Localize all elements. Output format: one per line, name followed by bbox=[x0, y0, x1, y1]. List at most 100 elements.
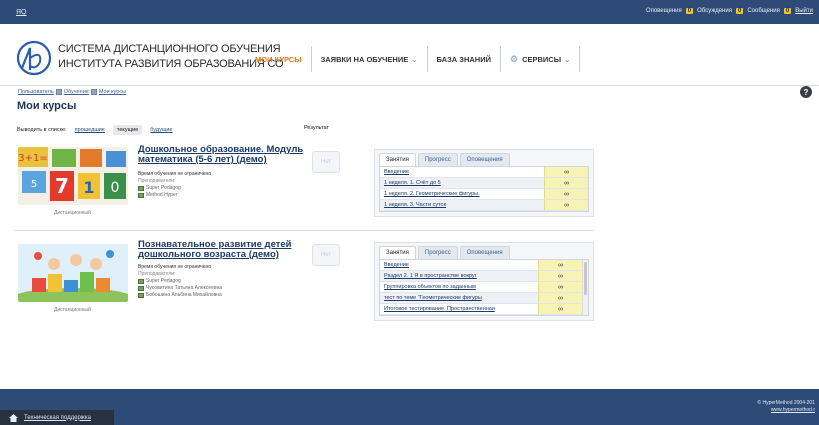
course-title[interactable]: Познавательное развитие детей дошкольног… bbox=[138, 240, 308, 260]
teacher-icon bbox=[138, 193, 144, 198]
teacher-item[interactable]: Method Hyper bbox=[138, 192, 211, 199]
breadcrumb-my-courses[interactable]: Мои курсы bbox=[99, 89, 126, 95]
list-filter: Выводить в списке: прошедшие текущие буд… bbox=[17, 125, 172, 135]
teacher-name: Method Hyper bbox=[146, 192, 178, 198]
lesson-link[interactable]: Введение bbox=[380, 169, 544, 175]
hypermethod-link[interactable]: www.hypermethod.r bbox=[771, 407, 815, 413]
support-link[interactable]: Техническая поддержка bbox=[24, 415, 91, 421]
course-result: Нет bbox=[312, 244, 340, 266]
nav-my-courses-label: МОИ КУРСЫ bbox=[255, 54, 302, 64]
lesson-attempts: ∞ bbox=[544, 167, 588, 177]
lessons-scrollbar[interactable] bbox=[582, 260, 588, 315]
course-card: Дистанционный Познавательное развитие де… bbox=[14, 240, 814, 350]
nav-my-courses[interactable]: МОИ КУРСЫ bbox=[246, 46, 312, 72]
lesson-link[interactable]: 1 неделя. 1. Счёт до 5 bbox=[380, 180, 544, 186]
teacher-item[interactable]: Бобошина Альбина Михайловна bbox=[138, 292, 222, 299]
teacher-name: Чусовитина Татьяна Алексеевна bbox=[146, 285, 223, 291]
notifications-link[interactable]: Оповещения bbox=[646, 8, 682, 14]
copyright-text: © HyperMethod 2004-201 bbox=[757, 400, 815, 406]
lesson-link[interactable]: тест по теме "Геометрические фигуры bbox=[380, 295, 538, 301]
lesson-attempts: ∞ bbox=[544, 178, 588, 188]
course-card: 3+1= 5 7 1 0 Дистанционный Дошкольное об… bbox=[14, 143, 814, 231]
tab-progress[interactable]: Прогресс bbox=[417, 246, 458, 259]
lesson-link[interactable]: 1 неделя. 3. Части суток bbox=[380, 202, 544, 208]
breadcrumb-separator-icon bbox=[90, 89, 97, 95]
teacher-name: Super Pedagog bbox=[146, 278, 181, 284]
lesson-link[interactable]: Введение bbox=[380, 262, 538, 268]
lesson-attempts: ∞ bbox=[538, 304, 582, 314]
gear-icon: ⚙ bbox=[510, 53, 519, 64]
teacher-name: Super Pedagog bbox=[146, 185, 181, 191]
tab-notifications[interactable]: Оповещения bbox=[459, 246, 510, 259]
lesson-link[interactable]: Итоговое тестирование. Пространственная bbox=[380, 306, 538, 312]
breadcrumb: Пользователь Обучение Мои курсы bbox=[18, 89, 126, 95]
filter-current[interactable]: текущие bbox=[112, 125, 143, 135]
home-icon bbox=[9, 413, 18, 422]
tab-lessons[interactable]: Занятия bbox=[379, 246, 416, 259]
filter-future[interactable]: будущие bbox=[150, 127, 172, 133]
lesson-row: Введение ∞ bbox=[380, 260, 582, 271]
filter-past[interactable]: прошедшие bbox=[75, 127, 105, 133]
svg-text:7: 7 bbox=[55, 174, 69, 198]
course-type-label: Дистанционный bbox=[54, 307, 91, 313]
course-type-label: Дистанционный bbox=[54, 210, 91, 216]
lesson-link[interactable]: Группировка объектов по заданным bbox=[380, 284, 538, 290]
course-thumbnail[interactable]: 3+1= 5 7 1 0 bbox=[18, 147, 128, 205]
course-lessons-panel: Занятия Прогресс Оповещения Введение ∞ Ра… bbox=[374, 242, 594, 321]
scrollbar-thumb[interactable] bbox=[584, 262, 587, 295]
main-nav: МОИ КУРСЫ ЗАЯВКИ НА ОБУЧЕНИЕ ⌄ БАЗА ЗНАНИ… bbox=[246, 46, 581, 72]
lesson-attempts: ∞ bbox=[544, 200, 588, 210]
course-thumbnail[interactable] bbox=[18, 244, 128, 302]
lesson-row: 1 неделя. 2. Геометрические фигуры. ∞ bbox=[380, 189, 588, 200]
teacher-icon bbox=[138, 186, 144, 191]
svg-text:1: 1 bbox=[83, 178, 94, 197]
teacher-item[interactable]: Super Pedagog bbox=[138, 278, 222, 285]
tab-progress[interactable]: Прогресс bbox=[417, 153, 458, 166]
teacher-icon bbox=[138, 293, 144, 298]
breadcrumb-separator-icon bbox=[55, 89, 62, 95]
breadcrumb-user[interactable]: Пользователь bbox=[18, 89, 54, 95]
user-link[interactable]: ЯQ bbox=[16, 9, 27, 16]
iro-logo-icon[interactable] bbox=[16, 40, 52, 76]
top-bar-actions: Оповещения 0 Обсуждения 0 Сообщения 0 Вы… bbox=[646, 8, 813, 14]
site-footer: © HyperMethod 2004-201 www.hypermethod.r bbox=[0, 389, 819, 425]
lesson-row: Итоговое тестирование. Пространственная ∞ bbox=[380, 304, 582, 315]
lesson-attempts: ∞ bbox=[538, 282, 582, 292]
site-header: СИСТЕМА ДИСТАНЦИОННОГО ОБУЧЕНИЯ ИНСТИТУТ… bbox=[14, 36, 814, 81]
course-meta: Время обучения не ограничено Преподавате… bbox=[138, 171, 211, 199]
chevron-down-icon: ⌄ bbox=[411, 54, 418, 64]
filter-label: Выводить в списке: bbox=[17, 127, 67, 133]
lesson-attempts: ∞ bbox=[544, 189, 588, 199]
logout-link[interactable]: Выйти bbox=[795, 8, 813, 14]
teacher-item[interactable]: Super Pedagog bbox=[138, 185, 211, 192]
teacher-item[interactable]: Чусовитина Татьяна Алексеевна bbox=[138, 285, 222, 292]
nav-services-label: СЕРВИСЫ bbox=[522, 54, 562, 64]
messages-badge[interactable]: 0 bbox=[783, 8, 792, 14]
nav-services[interactable]: ⚙ СЕРВИСЫ ⌄ bbox=[501, 46, 581, 72]
course-title[interactable]: Дошкольное образование. Модуль математик… bbox=[138, 145, 308, 165]
lesson-row: 1 неделя. 1. Счёт до 5 ∞ bbox=[380, 178, 588, 189]
support-widget[interactable]: Техническая поддержка bbox=[0, 410, 114, 425]
teacher-name: Бобошина Альбина Михайловна bbox=[146, 292, 222, 298]
lesson-link[interactable]: 1 неделя. 2. Геометрические фигуры. bbox=[380, 191, 544, 197]
nav-knowledge-base[interactable]: БАЗА ЗНАНИЙ bbox=[428, 46, 501, 72]
top-bar: ЯQ Оповещения 0 Обсуждения 0 Сообщения 0… bbox=[0, 0, 819, 24]
tab-lessons[interactable]: Занятия bbox=[379, 153, 416, 166]
messages-link[interactable]: Сообщения bbox=[747, 8, 780, 14]
lesson-attempts: ∞ bbox=[538, 293, 582, 303]
notifications-badge[interactable]: 0 bbox=[685, 8, 694, 14]
course-meta: Время обучения не ограничено Преподавате… bbox=[138, 264, 222, 299]
discussions-link[interactable]: Обсуждения bbox=[697, 8, 732, 14]
discussions-badge[interactable]: 0 bbox=[735, 8, 744, 14]
lesson-attempts: ∞ bbox=[538, 271, 582, 281]
teacher-icon bbox=[138, 286, 144, 291]
help-icon[interactable]: ? bbox=[800, 86, 812, 98]
teachers-label: Преподаватели: bbox=[138, 178, 176, 184]
breadcrumb-learning[interactable]: Обучение bbox=[64, 89, 89, 95]
svg-text:5: 5 bbox=[31, 179, 37, 190]
lesson-link[interactable]: Раздел 2. 1 Я в пространстве вокруг bbox=[380, 273, 538, 279]
nav-applications[interactable]: ЗАЯВКИ НА ОБУЧЕНИЕ ⌄ bbox=[312, 46, 428, 72]
course-lessons-panel: Занятия Прогресс Оповещения Введение ∞ 1 … bbox=[374, 149, 594, 217]
lessons-table: Введение ∞ Раздел 2. 1 Я в пространстве в… bbox=[379, 259, 589, 316]
tab-notifications[interactable]: Оповещения bbox=[459, 153, 510, 166]
